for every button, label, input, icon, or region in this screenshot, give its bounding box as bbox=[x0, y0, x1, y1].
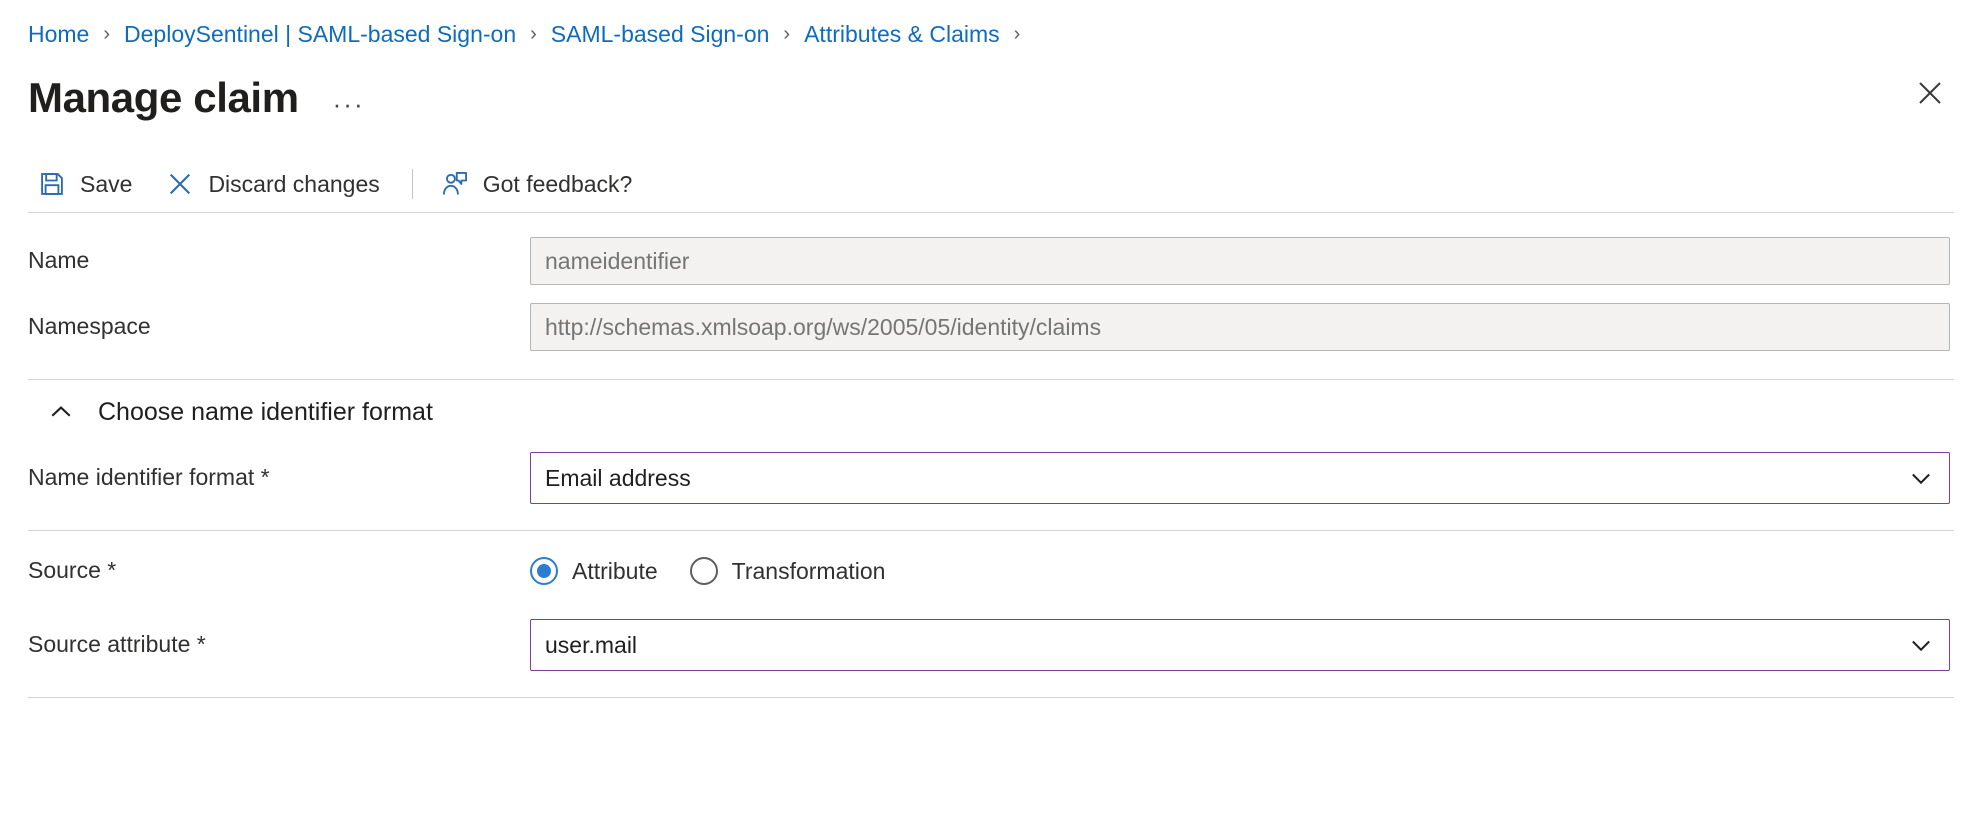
command-bar-divider bbox=[412, 169, 413, 199]
name-identifier-format-value: Email address bbox=[545, 465, 1907, 492]
title-row: Manage claim ··· bbox=[0, 49, 1978, 128]
source-attribute-row: Source attribute * user.mail bbox=[0, 619, 1978, 671]
save-icon bbox=[38, 170, 66, 198]
radio-dot bbox=[537, 564, 551, 578]
source-attribute-value: user.mail bbox=[545, 632, 1907, 659]
source-row: Source * Attribute Transformation bbox=[0, 545, 1978, 597]
discard-changes-button-label: Discard changes bbox=[208, 171, 379, 198]
more-options-button[interactable]: ··· bbox=[333, 91, 365, 117]
source-radio-attribute[interactable]: Attribute bbox=[530, 557, 658, 585]
namespace-field-wrapper bbox=[530, 303, 1978, 351]
source-attribute-label: Source attribute * bbox=[28, 631, 530, 659]
chevron-down-icon bbox=[1907, 631, 1935, 659]
breadcrumb-item-saml-based-sign-on[interactable]: SAML-based Sign-on bbox=[551, 23, 770, 46]
section-title: Choose name identifier format bbox=[98, 398, 433, 427]
breadcrumb-separator: › bbox=[103, 24, 110, 44]
source-attribute-control: user.mail bbox=[530, 619, 1978, 671]
name-label: Name bbox=[28, 247, 530, 275]
breadcrumb-item-deploysentinel[interactable]: DeploySentinel | SAML-based Sign-on bbox=[124, 23, 516, 46]
source-radio-attribute-label: Attribute bbox=[572, 558, 658, 585]
choose-name-identifier-format-section-header[interactable]: Choose name identifier format bbox=[0, 380, 1978, 444]
breadcrumb-separator: › bbox=[783, 24, 790, 44]
source-radio-transformation[interactable]: Transformation bbox=[690, 557, 886, 585]
breadcrumb: Home › DeploySentinel | SAML-based Sign-… bbox=[0, 0, 1978, 49]
page-title: Manage claim bbox=[28, 77, 299, 119]
breadcrumb-item-home[interactable]: Home bbox=[28, 23, 89, 46]
chevron-up-icon bbox=[46, 397, 76, 427]
bottom-divider bbox=[28, 697, 1954, 698]
name-row: Name bbox=[0, 235, 1978, 287]
namespace-label: Namespace bbox=[28, 313, 530, 341]
breadcrumb-item-attributes-claims[interactable]: Attributes & Claims bbox=[804, 23, 1000, 46]
got-feedback-button[interactable]: Got feedback? bbox=[431, 162, 643, 206]
save-button[interactable]: Save bbox=[28, 162, 142, 206]
name-input[interactable] bbox=[530, 237, 1950, 285]
feedback-person-icon bbox=[441, 170, 469, 198]
save-button-label: Save bbox=[80, 171, 132, 198]
source-attribute-dropdown[interactable]: user.mail bbox=[530, 619, 1950, 671]
breadcrumb-separator: › bbox=[530, 24, 537, 44]
chevron-down-icon bbox=[1907, 464, 1935, 492]
command-bar: Save Discard changes Got feedback? bbox=[0, 156, 1978, 212]
close-button[interactable] bbox=[1908, 71, 1952, 115]
breadcrumb-separator-trailing: › bbox=[1014, 24, 1021, 44]
discard-icon bbox=[166, 170, 194, 198]
source-radio-transformation-label: Transformation bbox=[732, 558, 886, 585]
close-icon bbox=[1916, 79, 1944, 107]
got-feedback-button-label: Got feedback? bbox=[483, 171, 633, 198]
source-radio-group: Attribute Transformation bbox=[530, 557, 1950, 585]
discard-changes-button[interactable]: Discard changes bbox=[156, 162, 389, 206]
name-identifier-format-dropdown[interactable]: Email address bbox=[530, 452, 1950, 504]
source-control: Attribute Transformation bbox=[530, 557, 1978, 585]
name-identifier-format-row: Name identifier format * Email address bbox=[0, 452, 1978, 504]
radio-unselected-icon bbox=[690, 557, 718, 585]
name-field-wrapper bbox=[530, 237, 1978, 285]
name-identifier-format-control: Email address bbox=[530, 452, 1978, 504]
namespace-input[interactable] bbox=[530, 303, 1950, 351]
name-identifier-format-label: Name identifier format * bbox=[28, 464, 530, 492]
namespace-row: Namespace bbox=[0, 301, 1978, 353]
source-label: Source * bbox=[28, 557, 530, 585]
radio-selected-icon bbox=[530, 557, 558, 585]
